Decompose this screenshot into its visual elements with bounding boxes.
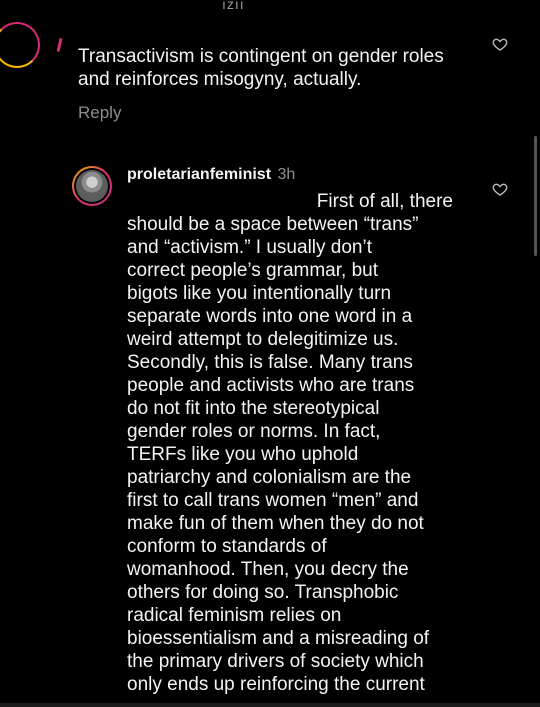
comment-line: Secondly, this is false. Many trans bbox=[127, 352, 413, 373]
truncated-username-fragment: ızıı bbox=[222, 0, 245, 12]
avatar-story-ring[interactable] bbox=[0, 22, 40, 68]
comment-timestamp: 3h bbox=[277, 166, 296, 183]
comment-line: bioessentialism and a misreading of bbox=[127, 628, 430, 649]
reply-comment-text: First of all, there should be a space be… bbox=[127, 190, 467, 696]
profile-photo bbox=[76, 170, 108, 202]
comment-line: gender roles or norms. In fact, bbox=[127, 421, 381, 442]
scrollbar[interactable] bbox=[534, 136, 537, 256]
comment-line: conform to standards of bbox=[127, 536, 327, 557]
comment-line: TERFs like you who uphold bbox=[127, 444, 359, 465]
story-ring-fragment bbox=[56, 37, 63, 53]
comment-line: others for doing so. Transphobic bbox=[127, 582, 399, 603]
comment-line: separate words into one word in a bbox=[127, 306, 413, 327]
comment-line: weird attempt to delegitimize us. bbox=[127, 329, 399, 350]
comment-line: make fun of them when they do not bbox=[127, 513, 424, 534]
username-link[interactable]: proletarianfeminist bbox=[127, 166, 271, 183]
reply-button[interactable]: Reply bbox=[78, 103, 121, 123]
comment-line: radical feminism relies on bbox=[127, 605, 342, 626]
comment-line: people and activists who are trans bbox=[127, 375, 415, 396]
comment-line: the primary drivers of society which bbox=[127, 651, 424, 672]
comment-line: should be a space between “trans” bbox=[127, 214, 419, 235]
bottom-divider bbox=[0, 703, 540, 707]
comment-line: patriarchy and colonialism are the bbox=[127, 467, 412, 488]
comment-line: bigots like you intentionally turn bbox=[127, 283, 392, 304]
comment-header: proletarianfeminist 3h bbox=[127, 165, 295, 185]
comment-line: First of all, there bbox=[316, 191, 453, 212]
comment-line: do not fit into the stereotypical bbox=[127, 398, 380, 419]
comment-line: correct people’s grammar, but bbox=[127, 260, 378, 281]
comment-text: Transactivism is contingent on gender ro… bbox=[78, 46, 444, 90]
avatar[interactable] bbox=[72, 166, 112, 206]
comment-line: and “activism.” I usually don’t bbox=[127, 237, 372, 258]
comment-line: first to call trans women “men” and bbox=[127, 490, 419, 511]
comment-line: womanhood. Then, you decry the bbox=[127, 559, 409, 580]
comment-line: only ends up reinforcing the current bbox=[127, 674, 425, 695]
like-heart-icon[interactable] bbox=[492, 181, 508, 197]
like-heart-icon[interactable] bbox=[492, 36, 508, 52]
